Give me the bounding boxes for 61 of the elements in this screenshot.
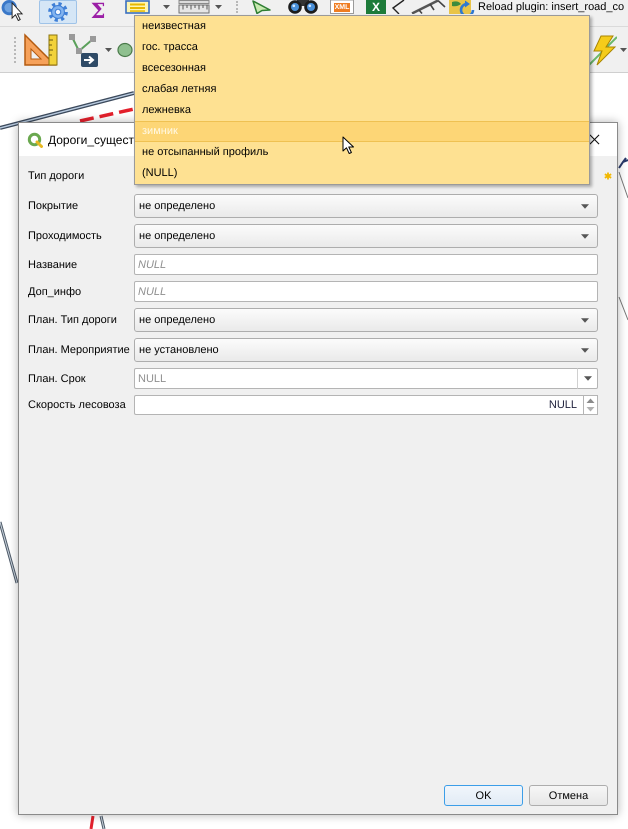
dropdown-arrow-icon[interactable]	[584, 376, 592, 381]
ruler-icon[interactable]	[178, 0, 210, 14]
field-label: Покрытие	[28, 200, 80, 212]
field-label: Скорость лесовоза	[28, 399, 127, 411]
vertex-icon[interactable]	[67, 32, 99, 66]
ellipse-icon[interactable]	[117, 42, 133, 58]
road-line	[618, 172, 628, 198]
ok-button[interactable]: OK	[444, 785, 523, 806]
dropdown-option[interactable]: лежневка	[135, 100, 589, 121]
caret-icon[interactable]	[163, 5, 170, 9]
dashed-road-line	[80, 107, 134, 123]
dropdown-arrow-icon[interactable]	[581, 318, 589, 322]
road-line	[0, 522, 18, 584]
dropdown-arrow-icon[interactable]	[581, 348, 589, 352]
reload-icon[interactable]	[448, 0, 476, 14]
combo-box[interactable]: не установлено	[134, 338, 598, 362]
logo-icon	[27, 132, 43, 148]
combo-box[interactable]: не определено	[134, 224, 598, 248]
mouse-cursor-icon	[342, 136, 355, 155]
field-label: Доп_инфо	[28, 286, 82, 298]
arrow-icon[interactable]	[250, 0, 272, 14]
cancel-button[interactable]: Отмена	[529, 785, 608, 806]
spin-arrows-icon[interactable]	[583, 395, 598, 415]
text-field[interactable]: NULL	[134, 254, 598, 275]
road-junction	[618, 157, 628, 169]
window-title: Дороги_сущест	[48, 132, 134, 146]
table-icon[interactable]	[125, 0, 150, 14]
field-label: Тип дороги	[28, 170, 86, 182]
binoculars-icon[interactable]	[286, 0, 320, 14]
dropdown-option[interactable]: неизвестная	[135, 16, 589, 37]
sigma-button[interactable]: Σ	[88, 0, 108, 22]
spin-box[interactable]: NULL	[134, 395, 583, 415]
field-label: План. Мероприятие	[28, 344, 131, 356]
date-field[interactable]: NULL	[134, 368, 577, 389]
road-line	[100, 816, 106, 829]
caret-icon[interactable]	[105, 48, 112, 52]
dropdown-arrow-icon[interactable]	[581, 204, 589, 208]
dropdown-option[interactable]: не отсыпанный профиль	[135, 142, 589, 163]
field-label: Название	[28, 258, 78, 270]
dropdown-option[interactable]: слабая летняя	[135, 79, 589, 100]
close-icon[interactable]	[589, 134, 600, 145]
status-text: Reload plugin: insert_road_co	[478, 1, 624, 14]
field-label: Проходимость	[28, 230, 103, 242]
combo-box[interactable]: не определено	[134, 308, 598, 332]
field-label: План. Срок	[28, 372, 87, 384]
field-label: План. Тип дороги	[28, 314, 118, 326]
lightning-icon[interactable]	[587, 32, 617, 66]
polyline-icon[interactable]	[389, 0, 407, 14]
spreadsheet-button[interactable]: X	[366, 0, 386, 14]
road-line	[618, 296, 628, 320]
dropdown-arrow-icon[interactable]	[581, 234, 589, 238]
caret-icon[interactable]	[215, 5, 222, 9]
gear-icon[interactable]	[39, 0, 77, 24]
combo-box[interactable]: не определено	[134, 194, 598, 218]
dashed-road-line	[90, 816, 94, 829]
text-field[interactable]: NULL	[134, 281, 598, 302]
dropdown-button[interactable]	[577, 368, 598, 389]
dropdown-option[interactable]: (NULL)	[135, 163, 589, 184]
caret-icon[interactable]	[620, 48, 627, 52]
dropdown-option[interactable]: всесезонная	[135, 58, 589, 79]
dropdown-option[interactable]: гос. трасса	[135, 37, 589, 58]
